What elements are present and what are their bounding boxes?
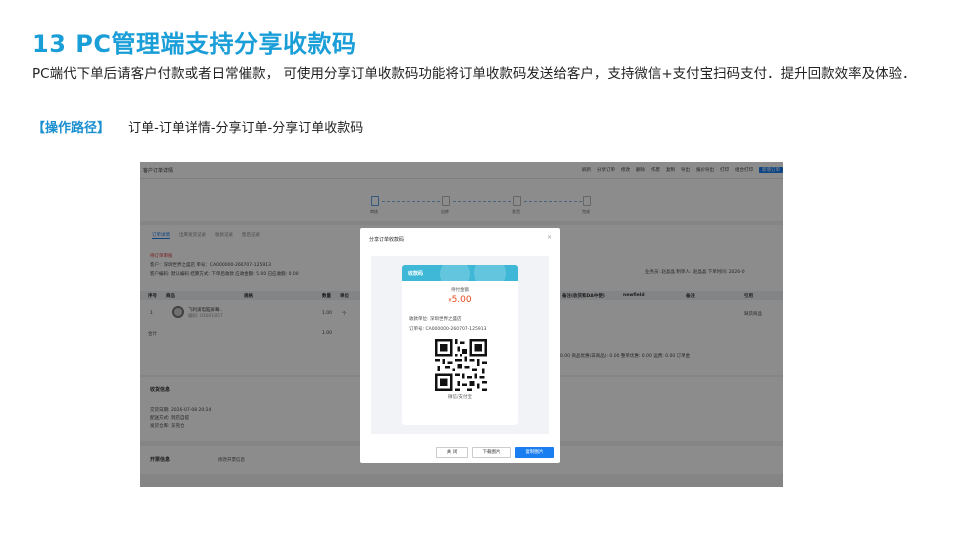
download-image-button[interactable]: 下载图片 [472, 447, 511, 458]
amount-value: ¥5.00 [402, 295, 518, 305]
qr-caption: 微信/支付宝 [447, 395, 473, 400]
card-header: 收款码 [402, 265, 518, 281]
path-value: 订单-订单详情-分享订单-分享订单收款码 [128, 121, 364, 136]
decor-circle [474, 265, 506, 281]
order-label: 订单号: [409, 327, 425, 332]
decor-circle [440, 265, 470, 281]
slide-title: 13 PC管理端支持分享收款码 [32, 30, 357, 58]
close-icon[interactable]: × [547, 234, 552, 241]
qr-code [435, 339, 487, 391]
dialog-title: 分享订单收款码 [369, 237, 405, 243]
preview-area: 收款码 待付金额 ¥5.00 收款单位: 深圳世界之盛店 订单号: CA0000… [371, 256, 549, 434]
order-row: 订单号: CA000000-260707-125913 [409, 326, 486, 332]
amount-number: 5.00 [451, 295, 472, 305]
slide: 13 PC管理端支持分享收款码 PC端代下单后请客户付款或者日常催款， 可使用分… [0, 0, 959, 540]
order-number: CA000000-260707-125913 [425, 327, 487, 332]
share-qrcode-dialog: 分享订单收款码 × 收款码 待付金额 ¥5.00 收款单位: 深圳世界之盛店 订… [360, 228, 560, 463]
payee-row: 收款单位: 深圳世界之盛店 [409, 316, 461, 322]
dialog-buttons: 关 闭 下载图片 复制图片 [436, 447, 554, 458]
close-button[interactable]: 关 闭 [436, 447, 468, 458]
operation-path: 【操作路径】 订单-订单详情-分享订单-分享订单收款码 [32, 117, 363, 136]
payee-value: 深圳世界之盛店 [429, 317, 462, 322]
payee-label: 收款单位: [409, 317, 429, 322]
path-label: 【操作路径】 [32, 121, 111, 136]
slide-description: PC端代下单后请客户付款或者日常催款， 可使用分享订单收款码功能将订单收款码发送… [32, 66, 916, 82]
copy-image-button[interactable]: 复制图片 [515, 447, 554, 458]
payment-card: 收款码 待付金额 ¥5.00 收款单位: 深圳世界之盛店 订单号: CA0000… [402, 265, 518, 425]
card-title: 收款码 [408, 271, 424, 277]
app-screenshot: 客户订单详情 刷新 分享订单 修改 删除 作废 复制 导出 报价导出 打印 组合… [140, 162, 783, 487]
amount-label: 待付金额 [451, 288, 469, 293]
